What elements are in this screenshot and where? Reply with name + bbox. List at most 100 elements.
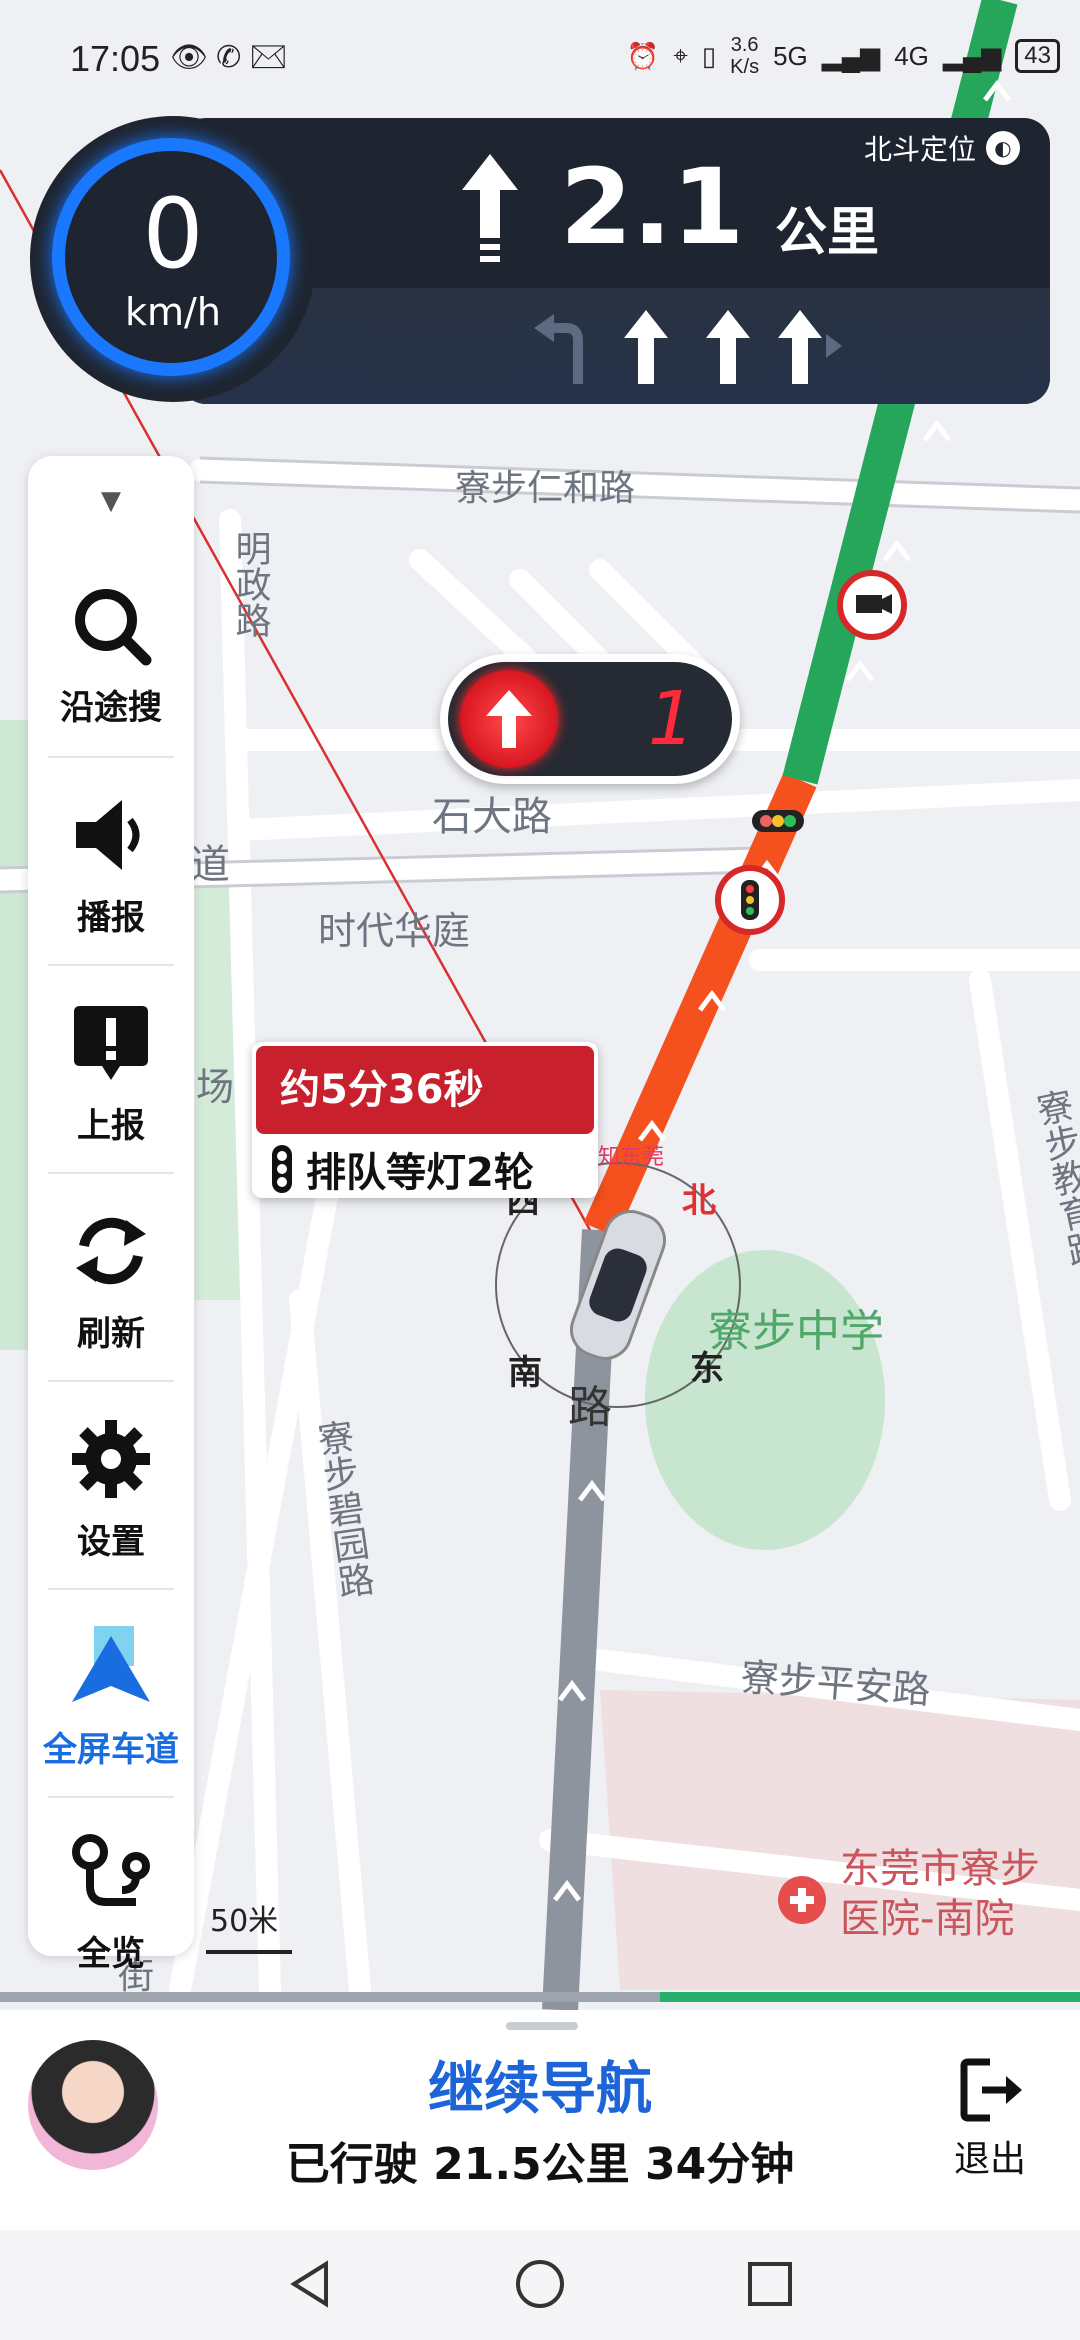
- sidebar-item-label: 设置: [77, 1522, 145, 1562]
- home-icon[interactable]: [510, 2254, 570, 2314]
- sidebar-item-settings[interactable]: 设置: [28, 1390, 194, 1590]
- traffic-light-badge-icon: [715, 865, 785, 935]
- eta-tooltip: 约5分36秒 排队等灯2轮: [252, 1042, 598, 1198]
- lane-straight-right-icon: [778, 310, 842, 384]
- network-speed-value: 3.6: [730, 34, 759, 56]
- back-icon[interactable]: [280, 2254, 340, 2314]
- intersection-light-icon: [752, 810, 804, 832]
- distance-value: 2.1: [560, 146, 745, 268]
- poi-label-zhongxue: 寮步中学: [708, 1306, 884, 1357]
- eye-icon: 👁: [170, 41, 217, 74]
- signal-bars-icon: ▂▄▆: [821, 40, 881, 71]
- status-bar: 17:05 👁✆✉ ⏰ ⌖ ▯ 3.6 K/s 5G ▂▄▆ 4G ▂▄▆ 43: [0, 0, 1080, 120]
- watermark: 知东莞: [598, 1145, 664, 1170]
- navigation-guidance-card[interactable]: 0 km/h 北斗定位 ◐ 2.1 公里: [30, 116, 1050, 404]
- traffic-light-icon: [272, 1145, 292, 1193]
- queue-info: 排队等灯2轮: [272, 1140, 534, 1198]
- route-progress-remaining: [660, 1992, 1080, 2002]
- sidebar-item-label: 全屏车道: [43, 1730, 179, 1770]
- overview-icon: [72, 1834, 150, 1906]
- straight-arrow-icon: [462, 154, 518, 262]
- poi-label-chang: 场: [196, 1065, 234, 1109]
- network-speed-unit: K/s: [730, 56, 760, 78]
- lane-straight-icon: [624, 310, 668, 384]
- satellite-icon: ◐: [986, 131, 1020, 165]
- continue-navigation-button[interactable]: 继续导航: [300, 2044, 780, 2125]
- missed-call-icon: ✆: [216, 41, 250, 74]
- vibrate-icon: ▯: [701, 40, 717, 71]
- exit-button[interactable]: 退出: [940, 2130, 1040, 2182]
- gear-icon: [72, 1420, 150, 1498]
- road-label-renhe: 寮步仁和路: [455, 468, 635, 509]
- speedometer: 0 km/h: [30, 116, 316, 402]
- sidebar-item-full-lane[interactable]: 全屏车道: [28, 1598, 194, 1798]
- map-sidebar: ▼ 沿途搜 播报 上报 刷新 设置 全屏车道 全览: [28, 456, 194, 1974]
- compass-north: 北: [682, 1181, 716, 1221]
- traffic-light-count: 1: [648, 676, 696, 762]
- poi-label-hospital-1: 东莞市寮步: [840, 1846, 1040, 1892]
- sidebar-item-label: 上报: [77, 1106, 145, 1146]
- divider: [48, 1380, 174, 1382]
- sidebar-item-label: 沿途搜: [60, 688, 162, 728]
- sidebar-item-search-along[interactable]: 沿途搜: [28, 556, 194, 756]
- system-navigation-bar: [0, 2230, 1080, 2340]
- collapse-toggle-icon[interactable]: ▼: [28, 486, 194, 516]
- status-left-icons: 👁✆✉: [170, 40, 295, 75]
- sidebar-item-label: 刷新: [77, 1314, 145, 1354]
- road-label-mingzheng: 明政路: [230, 530, 271, 638]
- lane-guidance: [530, 306, 844, 386]
- assistant-avatar[interactable]: [28, 2040, 158, 2170]
- signal-4g: 4G: [894, 40, 929, 71]
- location-icon: ⌖: [673, 40, 688, 70]
- compass-east: 东: [690, 1349, 724, 1389]
- beidou-positioning: 北斗定位 ◐: [864, 128, 1020, 168]
- lane-straight-icon: [706, 310, 750, 384]
- sidebar-item-overview[interactable]: 全览: [28, 1802, 194, 2002]
- distance-unit: 公里: [775, 203, 880, 263]
- speed-unit: km/h: [125, 290, 221, 334]
- road-label-shida: 石大路: [432, 794, 552, 840]
- sidebar-item-report[interactable]: 上报: [28, 974, 194, 1174]
- road-label-dao: 道: [190, 842, 230, 888]
- status-time: 17:05: [70, 38, 161, 79]
- speaker-icon: [76, 800, 140, 870]
- traffic-light-inner: 1: [448, 662, 732, 776]
- divider: [48, 1172, 174, 1174]
- report-icon: [74, 1006, 148, 1080]
- sidebar-item-label: 全览: [77, 1934, 145, 1974]
- speed-value: 0: [142, 178, 204, 290]
- map-scale-bar: [206, 1950, 292, 1954]
- refresh-icon: [76, 1217, 146, 1285]
- divider: [48, 1588, 174, 1590]
- red-light-straight-icon: [460, 670, 558, 768]
- alarm-icon: ⏰: [626, 40, 660, 71]
- trip-time: 34分钟: [644, 2139, 795, 2190]
- sidebar-item-broadcast[interactable]: 播报: [28, 766, 194, 966]
- sidebar-item-refresh[interactable]: 刷新: [28, 1182, 194, 1382]
- divider: [48, 756, 174, 758]
- speed-camera-icon: [837, 570, 907, 640]
- road-label-lu: 路: [568, 1382, 612, 1433]
- beidou-label: 北斗定位: [863, 133, 976, 166]
- message-icon: ✉: [249, 41, 296, 74]
- lane-left-turn-icon: [534, 314, 583, 384]
- traffic-light-countdown: 1: [440, 654, 740, 784]
- divider: [48, 1796, 174, 1798]
- queue-info-text: 排队等灯2轮: [306, 1150, 534, 1196]
- trip-label: 已行驶: [285, 2139, 418, 2190]
- compass-south: 南: [508, 1353, 542, 1393]
- poi-label-hospital-2: 医院-南院: [840, 1896, 1014, 1942]
- trip-distance: 21.5公里: [433, 2139, 630, 2190]
- route-progress-bar: [0, 1992, 1080, 2002]
- lane-icon: [72, 1626, 150, 1702]
- exit-icon[interactable]: [956, 2054, 1028, 2126]
- hospital-marker-icon: [778, 1876, 826, 1924]
- map-scale: 50米: [210, 1904, 279, 1939]
- recents-icon[interactable]: [740, 2254, 800, 2314]
- divider: [48, 964, 174, 966]
- drag-handle[interactable]: [506, 2022, 578, 2030]
- status-right-group: ⏰ ⌖ ▯ 3.6 K/s 5G ▂▄▆ 4G ▂▄▆ 43: [627, 34, 1060, 78]
- signal-5g: 5G: [773, 40, 808, 71]
- search-icon: [75, 589, 152, 666]
- trip-summary: 已行驶 21.5公里 34分钟: [230, 2128, 850, 2192]
